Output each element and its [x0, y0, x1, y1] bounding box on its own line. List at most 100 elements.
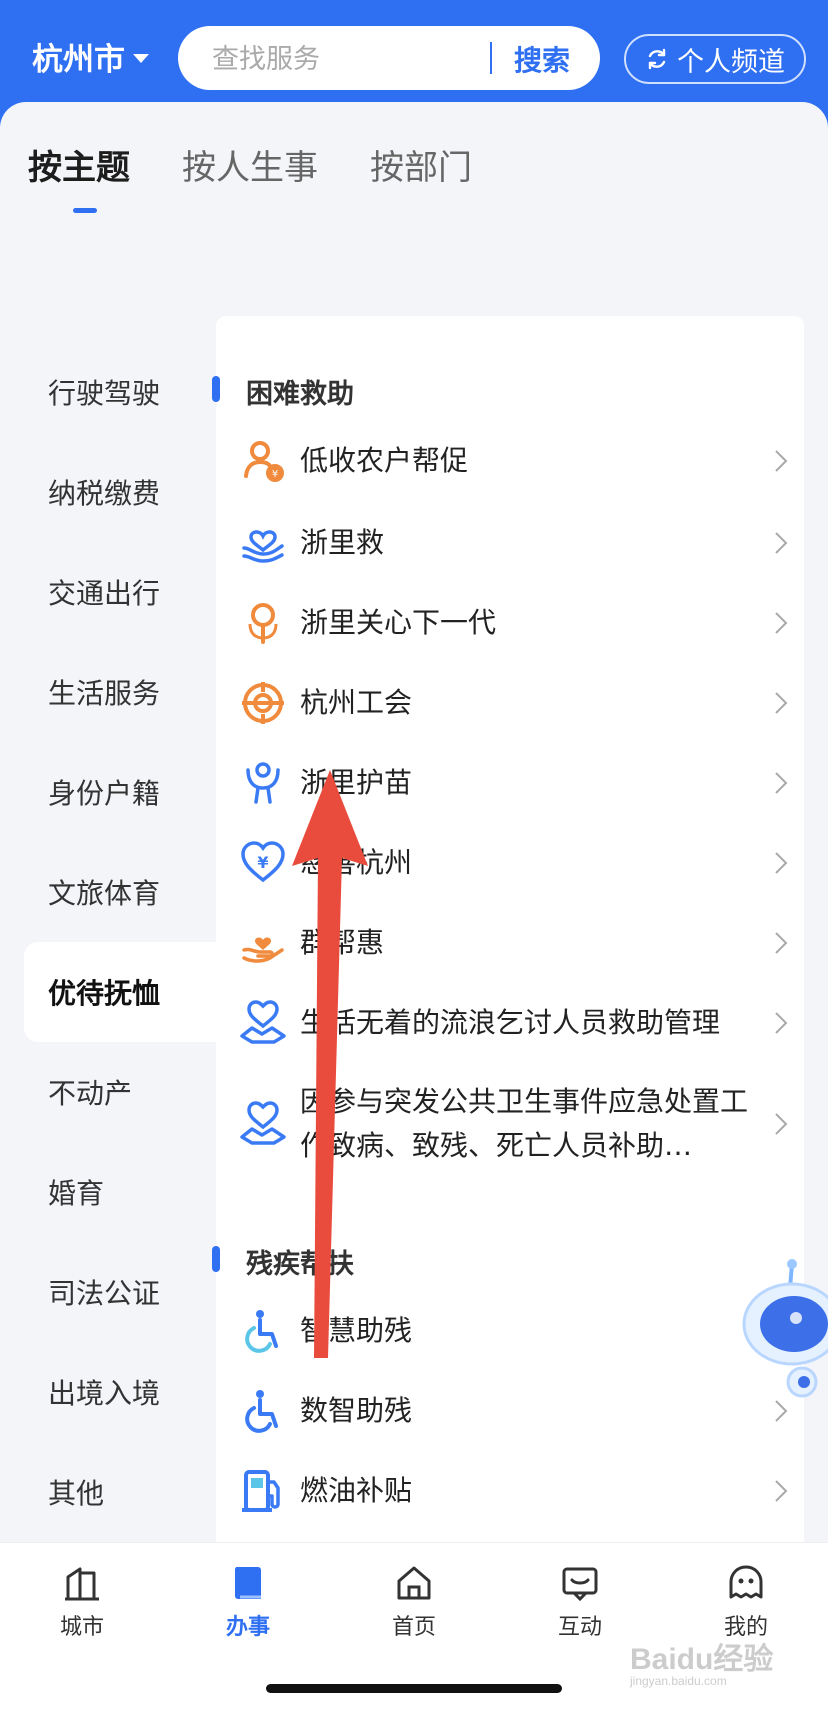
chevron-right-icon [775, 692, 788, 714]
profile-face-icon [729, 1565, 763, 1599]
sidebar-item-marriage[interactable]: 婚育 [0, 1142, 216, 1242]
nav-interact[interactable]: 互动 [530, 1563, 630, 1641]
service-item[interactable]: 生活无着的流浪乞讨人员救助管理 [240, 1000, 792, 1046]
sidebar-item-justice[interactable]: 司法公证 [0, 1242, 216, 1342]
chevron-right-icon [775, 932, 788, 954]
chevron-right-icon [775, 532, 788, 554]
home-indicator [266, 1684, 562, 1693]
sidebar-item-preferential[interactable]: 优待抚恤 [24, 942, 216, 1042]
service-label: 低收农户帮促 [300, 444, 469, 477]
service-item[interactable]: ¥ 低收农户帮促 [240, 438, 792, 484]
union-emblem-icon [242, 682, 284, 724]
sidebar-item-other[interactable]: 其他 [0, 1442, 216, 1542]
sidebar-item-life-service[interactable]: 生活服务 [0, 642, 216, 742]
service-item[interactable]: ¥ 慈善杭州 [240, 840, 792, 886]
search-divider [490, 42, 492, 74]
city-selector[interactable]: 杭州市 [32, 34, 149, 79]
tab-by-life-event[interactable]: 按人生事 [182, 140, 318, 189]
service-item[interactable]: 群帮惠 [240, 920, 792, 966]
chevron-right-icon [775, 1480, 788, 1502]
service-label: 浙里护苗 [300, 766, 413, 799]
chevron-right-icon [775, 612, 788, 634]
search-button[interactable]: 搜索 [514, 39, 570, 79]
nav-city[interactable]: 城市 [32, 1563, 132, 1641]
sidebar-item-real-estate[interactable]: 不动产 [0, 1042, 216, 1142]
chevron-right-icon [775, 1113, 788, 1135]
service-label: 慈善杭州 [300, 846, 413, 879]
category-tabs: 按主题 按人生事 按部门 [28, 140, 472, 213]
service-label: 燃油补贴 [300, 1474, 413, 1507]
person-ring-icon [248, 603, 278, 644]
refresh-icon [648, 48, 666, 70]
city-building-icon [65, 1567, 99, 1601]
section-marker [212, 376, 220, 402]
service-label: 生活无着的流浪乞讨人员救助管理 [300, 1006, 721, 1039]
service-item[interactable]: 数智助残 [240, 1388, 792, 1434]
hand-heart-icon [242, 937, 284, 963]
service-label: 群帮惠 [300, 926, 385, 959]
main-panel: 按主题 按人生事 按部门 行驶驾驶 纳税缴费 交通出行 生活服务 身份户籍 文旅… [0, 102, 828, 1646]
nav-services-label: 办事 [225, 1615, 270, 1640]
service-item[interactable]: 因参与突发公共卫生事件应急处置工作致病、致残、死亡人员补助… [240, 1080, 792, 1168]
search-input[interactable] [210, 38, 464, 80]
chevron-right-icon [775, 772, 788, 794]
chevron-right-icon [775, 1012, 788, 1034]
svg-text:¥: ¥ [272, 469, 278, 480]
watermark-text: Baidu经验 [630, 1643, 774, 1676]
nav-home[interactable]: 首页 [364, 1563, 464, 1641]
sidebar-item-identity[interactable]: 身份户籍 [0, 742, 216, 842]
personal-channel-label: 个人频道 [677, 46, 785, 78]
nav-mine[interactable]: 我的 [696, 1563, 796, 1641]
service-item[interactable]: 燃油补贴 [240, 1468, 792, 1514]
fuel-pump-icon [242, 1470, 280, 1512]
service-label: 数智助残 [300, 1394, 413, 1427]
section-title-disability: 残疾帮扶 [246, 1249, 354, 1280]
svg-text:¥: ¥ [257, 853, 268, 872]
service-item[interactable]: 浙里关心下一代 [240, 600, 792, 646]
nav-interact-label: 互动 [557, 1615, 602, 1640]
chevron-right-icon [775, 450, 788, 472]
service-book-icon [235, 1567, 261, 1599]
assistant-robot-icon[interactable] [740, 1258, 828, 1408]
wheelchair-icon [245, 1390, 278, 1433]
service-item[interactable]: 浙里护苗 [240, 760, 792, 806]
service-item[interactable]: 浙里救 [240, 520, 792, 566]
service-label: 浙里救 [300, 526, 385, 559]
service-item[interactable]: 智慧助残 [240, 1308, 792, 1354]
home-icon [397, 1566, 431, 1600]
tab-by-department[interactable]: 按部门 [370, 140, 472, 189]
section-marker [212, 1246, 220, 1272]
watermark-subtext: jingyan.baidu.com [630, 1674, 727, 1688]
heart-yuan-icon: ¥ [241, 841, 285, 883]
nav-home-label: 首页 [391, 1615, 436, 1640]
chevron-down-icon [133, 54, 149, 63]
sidebar-item-culture-sports[interactable]: 文旅体育 [0, 842, 216, 942]
sidebar-item-transport[interactable]: 交通出行 [0, 542, 216, 642]
service-label: 智慧助残 [300, 1314, 413, 1347]
personal-channel-button[interactable]: 个人频道 [624, 34, 806, 84]
chevron-right-icon [775, 852, 788, 874]
tab-by-theme[interactable]: 按主题 [28, 140, 130, 213]
nav-city-label: 城市 [59, 1615, 104, 1640]
service-label: 杭州工会 [300, 686, 413, 719]
child-protect-icon [246, 762, 280, 804]
heart-handshake-icon [240, 1000, 286, 1044]
nav-services[interactable]: 办事 [198, 1563, 298, 1641]
section-title-hardship: 困难救助 [246, 379, 354, 410]
person-yuan-icon: ¥ [244, 441, 284, 482]
city-label: 杭州市 [32, 42, 125, 78]
service-item[interactable]: 杭州工会 [240, 680, 792, 726]
sidebar-item-exit-entry[interactable]: 出境入境 [0, 1342, 216, 1442]
heart-handshake-icon [240, 1101, 286, 1145]
chat-box-icon [562, 1567, 598, 1602]
sidebar-item-driving[interactable]: 行驶驾驶 [0, 342, 216, 442]
hands-heart-icon [242, 530, 284, 563]
service-label: 因参与突发公共卫生事件应急处置工作致病、致残、死亡人员补助… [300, 1085, 749, 1162]
service-label: 浙里关心下一代 [300, 606, 497, 639]
service-list: 困难救助 ¥ 低收农户帮促 浙里救 浙里关心下一代 杭州工会 浙里护苗 ¥ 慈善… [212, 316, 804, 1646]
search-bar[interactable]: 搜索 [178, 26, 600, 90]
wheelchair-icon [245, 1310, 278, 1353]
baidu-watermark: Baidu经验 jingyan.baidu.com [630, 1634, 773, 1688]
sidebar-item-tax[interactable]: 纳税缴费 [0, 442, 216, 542]
theme-sidebar: 行驶驾驶 纳税缴费 交通出行 生活服务 身份户籍 文旅体育 优待抚恤 不动产 婚… [0, 342, 216, 1542]
